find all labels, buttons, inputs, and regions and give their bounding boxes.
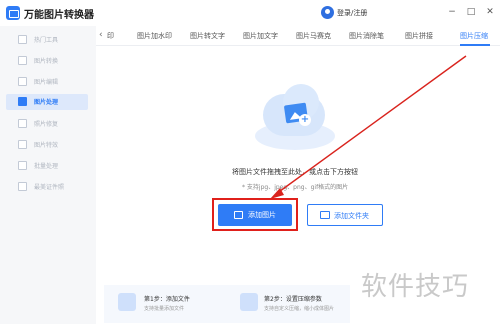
image-convert-icon (18, 56, 27, 65)
maximize-button[interactable]: □ (464, 5, 478, 19)
photo-repair-icon (18, 119, 27, 128)
add-folder-button[interactable]: 添加文件夹 (307, 204, 383, 226)
steps-guide: 第1步：添加文件 支持批量添加文件 第2步：设置压缩参数 支持自定义压缩，缩小成… (104, 285, 350, 323)
title-bar: 万能图片转换器 登录/注册 − □ ✕ (0, 0, 500, 26)
active-tab-indicator (460, 44, 490, 46)
tab-image-to-text[interactable]: 图片转文字 (190, 31, 225, 41)
upload-illustration-icon: + (253, 82, 337, 152)
feature-tab-bar: ‹ 印 图片加水印 图片转文字 图片加文字 图片马赛克 图片消除笔 图片拼接 图… (96, 26, 500, 46)
tab-mosaic[interactable]: 图片马赛克 (296, 31, 331, 41)
image-effects-icon (18, 140, 27, 149)
sidebar-item-label: 最美证件照 (34, 184, 65, 191)
tab-image-compress[interactable]: 图片压缩 (460, 31, 488, 41)
sidebar-item-image-convert[interactable]: 图片转换 (6, 53, 88, 69)
tab-add-watermark[interactable]: 图片加水印 (137, 31, 172, 41)
tab-watermark-partial[interactable]: 印 (107, 31, 114, 41)
user-avatar-icon[interactable] (321, 6, 334, 19)
tab-image-stitch[interactable]: 图片拼接 (405, 31, 433, 41)
drop-hint-text: 将图片文件拖拽至此处，或点击下方按钮 (232, 168, 358, 176)
sidebar-item-label: 图片转换 (34, 58, 59, 65)
image-process-icon (18, 97, 27, 106)
app-title: 万能图片转换器 (24, 10, 94, 21)
sidebar-item-image-edit[interactable]: 图片编辑 (6, 74, 88, 90)
add-folder-label: 添加文件夹 (334, 212, 369, 220)
close-button[interactable]: ✕ (483, 5, 497, 19)
sidebar-item-label: 图片处理 (34, 99, 59, 106)
app-window: 万能图片转换器 登录/注册 − □ ✕ 热门工具 图片转换 图片编辑 图片处理 … (0, 0, 500, 324)
sidebar-item-batch-process[interactable]: 批量处理 (6, 158, 88, 174)
step-2-title: 第2步：设置压缩参数 (264, 296, 322, 303)
step-add-file-icon (118, 293, 136, 311)
tab-add-text[interactable]: 图片加文字 (243, 31, 278, 41)
watermark-text: 软件技巧 (361, 272, 470, 302)
supported-formats-text: * 支持jpg、jpeg、png、gif格式的图片 (242, 184, 349, 191)
batch-process-icon (18, 161, 27, 170)
sidebar-item-label: 批量处理 (34, 163, 59, 170)
sidebar-item-id-photo[interactable]: 最美证件照 (6, 179, 88, 195)
sidebar-item-label: 热门工具 (34, 37, 59, 44)
annotation-highlight-box (212, 198, 298, 231)
tab-eraser[interactable]: 图片消除笔 (349, 31, 384, 41)
step-1-title: 第1步：添加文件 (144, 296, 190, 303)
image-edit-icon (18, 77, 27, 86)
step-1-desc: 支持批量添加文件 (144, 306, 185, 312)
step-2-desc: 支持自定义压缩，缩小成体图片 (264, 306, 335, 312)
sidebar-item-photo-repair[interactable]: 照片修复 (6, 116, 88, 132)
app-logo-icon (6, 6, 20, 20)
login-register-link[interactable]: 登录/注册 (337, 8, 367, 18)
step-settings-icon (240, 293, 258, 311)
minimize-button[interactable]: − (445, 5, 459, 19)
folder-icon (320, 211, 330, 219)
sidebar-item-label: 图片编辑 (34, 79, 59, 86)
sidebar-item-image-effects[interactable]: 图片特效 (6, 137, 88, 153)
tabs-prev-arrow-icon[interactable]: ‹ (99, 30, 103, 40)
sidebar-item-image-process[interactable]: 图片处理 (6, 94, 88, 110)
sidebar: 热门工具 图片转换 图片编辑 图片处理 照片修复 图片特效 批量处理 最美证件照 (0, 26, 96, 324)
sidebar-item-label: 照片修复 (34, 121, 59, 128)
sidebar-item-label: 图片特效 (34, 142, 59, 149)
hot-tools-icon (18, 35, 27, 44)
id-photo-icon (18, 182, 27, 191)
sidebar-item-hot-tools[interactable]: 热门工具 (6, 32, 88, 48)
